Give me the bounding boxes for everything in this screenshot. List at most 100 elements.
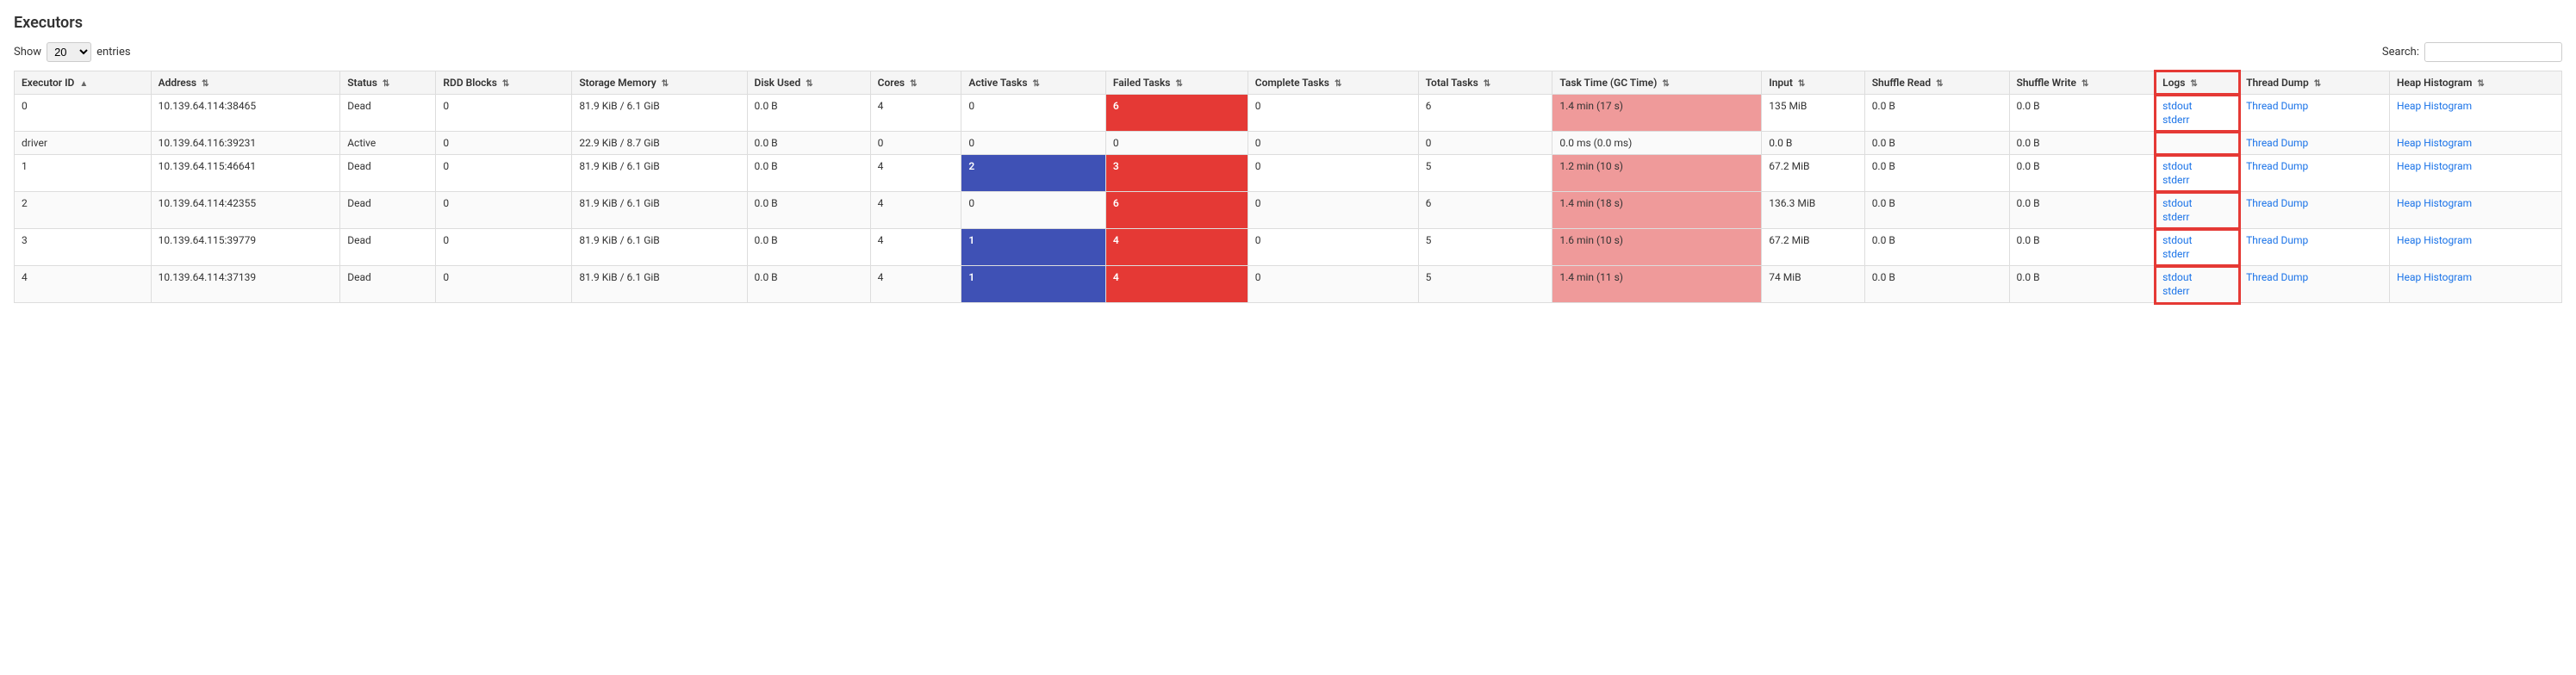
cell-shuffle-write: 0.0 B [2009, 155, 2156, 192]
cell-input: 135 MiB [1762, 95, 1864, 132]
cell-disk-used: 0.0 B [747, 229, 870, 266]
cell-failed-tasks: 4 [1105, 266, 1248, 303]
cell-thread-dump-link[interactable]: Thread Dump [2246, 137, 2308, 149]
log-link-stdout[interactable]: stdout [2162, 271, 2231, 283]
th-heap-histogram[interactable]: Heap Histogram ⇅ [2390, 71, 2562, 95]
cell-heap-histogram: Heap Histogram [2390, 132, 2562, 155]
cell-disk-used: 0.0 B [747, 95, 870, 132]
cell-shuffle-read: 0.0 B [1864, 95, 2009, 132]
cell-executor-id-value: 1 [22, 160, 28, 172]
cell-input: 0.0 B [1762, 132, 1864, 155]
th-total-tasks[interactable]: Total Tasks ⇅ [1418, 71, 1552, 95]
th-rdd-blocks[interactable]: RDD Blocks ⇅ [436, 71, 572, 95]
table-header-row: Executor ID ▲ Address ⇅ Status ⇅ RDD Blo… [15, 71, 2562, 95]
cell-status: Dead [340, 155, 436, 192]
cell-heap-histogram-link[interactable]: Heap Histogram [2397, 100, 2472, 112]
sort-arrow-disk: ⇅ [806, 79, 812, 89]
th-active-tasks[interactable]: Active Tasks ⇅ [961, 71, 1105, 95]
cell-rdd-blocks-value: 0 [443, 100, 449, 112]
table-row: driver10.139.64.116:39231 Active 0 22.9 KiB… [15, 132, 2562, 155]
cell-heap-histogram-link[interactable]: Heap Histogram [2397, 271, 2472, 283]
th-disk-used[interactable]: Disk Used ⇅ [747, 71, 870, 95]
cell-logs: stdout stderr [2156, 229, 2239, 266]
entries-select[interactable]: 10 20 50 100 [47, 42, 91, 62]
log-link-stderr[interactable]: stderr [2162, 114, 2231, 126]
log-link-stdout[interactable]: stdout [2162, 160, 2231, 172]
cell-active-tasks: 2 [961, 155, 1105, 192]
log-link-stdout[interactable]: stdout [2162, 197, 2231, 209]
cell-thread-dump-link[interactable]: Thread Dump [2246, 271, 2308, 283]
sort-arrow-time: ⇅ [1662, 79, 1669, 89]
cell-heap-histogram-link[interactable]: Heap Histogram [2397, 234, 2472, 246]
log-link-stderr[interactable]: stderr [2162, 211, 2231, 223]
th-shuffle-write[interactable]: Shuffle Write ⇅ [2009, 71, 2156, 95]
log-link-stdout[interactable]: stdout [2162, 234, 2231, 246]
cell-cores: 0 [870, 132, 961, 155]
cell-complete-tasks-value: 0 [1255, 137, 1261, 149]
cell-shuffle-write-value: 0.0 B [2017, 137, 2040, 149]
th-input[interactable]: Input ⇅ [1762, 71, 1864, 95]
cell-cores: 4 [870, 95, 961, 132]
cell-thread-dump-link[interactable]: Thread Dump [2246, 100, 2308, 112]
cell-complete-tasks: 0 [1248, 192, 1418, 229]
cell-address-value: 10.139.64.115:46641 [159, 160, 257, 172]
th-shuffle-read[interactable]: Shuffle Read ⇅ [1864, 71, 2009, 95]
cell-input: 136.3 MiB [1762, 192, 1864, 229]
cell-shuffle-read-value: 0.0 B [1872, 271, 1895, 283]
log-link-stdout[interactable]: stdout [2162, 100, 2231, 112]
cell-disk-used-value: 0.0 B [755, 234, 778, 246]
cell-address: 10.139.64.116:39231 [151, 132, 340, 155]
cell-failed-tasks-value: 4 [1113, 234, 1119, 246]
cell-storage-memory-value: 81.9 KiB / 6.1 GiB [579, 234, 659, 246]
search-input[interactable] [2424, 42, 2562, 62]
cell-storage-memory-value: 81.9 KiB / 6.1 GiB [579, 197, 659, 209]
cell-rdd-blocks-value: 0 [443, 137, 449, 149]
cell-heap-histogram-link[interactable]: Heap Histogram [2397, 160, 2472, 172]
cell-shuffle-read-value: 0.0 B [1872, 160, 1895, 172]
cell-thread-dump-link[interactable]: Thread Dump [2246, 234, 2308, 246]
cell-storage-memory-value: 22.9 KiB / 8.7 GiB [579, 137, 659, 149]
log-link-stderr[interactable]: stderr [2162, 285, 2231, 297]
sort-arrow-thread: ⇅ [2314, 79, 2321, 89]
th-logs[interactable]: Logs ⇅ [2156, 71, 2239, 95]
th-task-time[interactable]: Task Time (GC Time) ⇅ [1552, 71, 1762, 95]
cell-input-value: 67.2 MiB [1769, 234, 1809, 246]
cell-thread-dump: Thread Dump [2239, 266, 2390, 303]
cell-total-tasks: 0 [1418, 132, 1552, 155]
th-status[interactable]: Status ⇅ [340, 71, 436, 95]
cell-executor-id: driver [15, 132, 152, 155]
cell-status-value: Active [347, 137, 376, 149]
cell-logs [2156, 132, 2239, 155]
th-cores[interactable]: Cores ⇅ [870, 71, 961, 95]
cell-thread-dump-link[interactable]: Thread Dump [2246, 160, 2308, 172]
th-storage-memory[interactable]: Storage Memory ⇅ [572, 71, 747, 95]
cell-failed-tasks: 6 [1105, 192, 1248, 229]
cell-heap-histogram-link[interactable]: Heap Histogram [2397, 137, 2472, 149]
cell-complete-tasks: 0 [1248, 229, 1418, 266]
cell-active-tasks-value: 1 [968, 234, 974, 246]
cell-thread-dump: Thread Dump [2239, 229, 2390, 266]
sort-arrow-shuffle-read: ⇅ [1936, 79, 1943, 89]
cell-status-value: Dead [347, 197, 371, 209]
th-thread-dump[interactable]: Thread Dump ⇅ [2239, 71, 2390, 95]
th-executor-id[interactable]: Executor ID ▲ [15, 71, 152, 95]
cell-rdd-blocks-value: 0 [443, 160, 449, 172]
th-complete-tasks[interactable]: Complete Tasks ⇅ [1248, 71, 1418, 95]
th-failed-tasks[interactable]: Failed Tasks ⇅ [1105, 71, 1248, 95]
cell-total-tasks-value: 0 [1426, 137, 1432, 149]
cell-heap-histogram: Heap Histogram [2390, 266, 2562, 303]
cell-total-tasks-value: 5 [1426, 271, 1432, 283]
log-link-stderr[interactable]: stderr [2162, 248, 2231, 260]
cell-shuffle-write-value: 0.0 B [2017, 234, 2040, 246]
cell-address: 10.139.64.114:37139 [151, 266, 340, 303]
search-label: Search: [2382, 46, 2419, 59]
log-link-stderr[interactable]: stderr [2162, 174, 2231, 186]
cell-shuffle-write: 0.0 B [2009, 266, 2156, 303]
cell-heap-histogram-link[interactable]: Heap Histogram [2397, 197, 2472, 209]
cell-complete-tasks: 0 [1248, 266, 1418, 303]
cell-thread-dump-link[interactable]: Thread Dump [2246, 197, 2308, 209]
th-address[interactable]: Address ⇅ [151, 71, 340, 95]
cell-shuffle-write-value: 0.0 B [2017, 271, 2040, 283]
cell-storage-memory: 81.9 KiB / 6.1 GiB [572, 266, 747, 303]
cell-failed-tasks: 0 [1105, 132, 1248, 155]
